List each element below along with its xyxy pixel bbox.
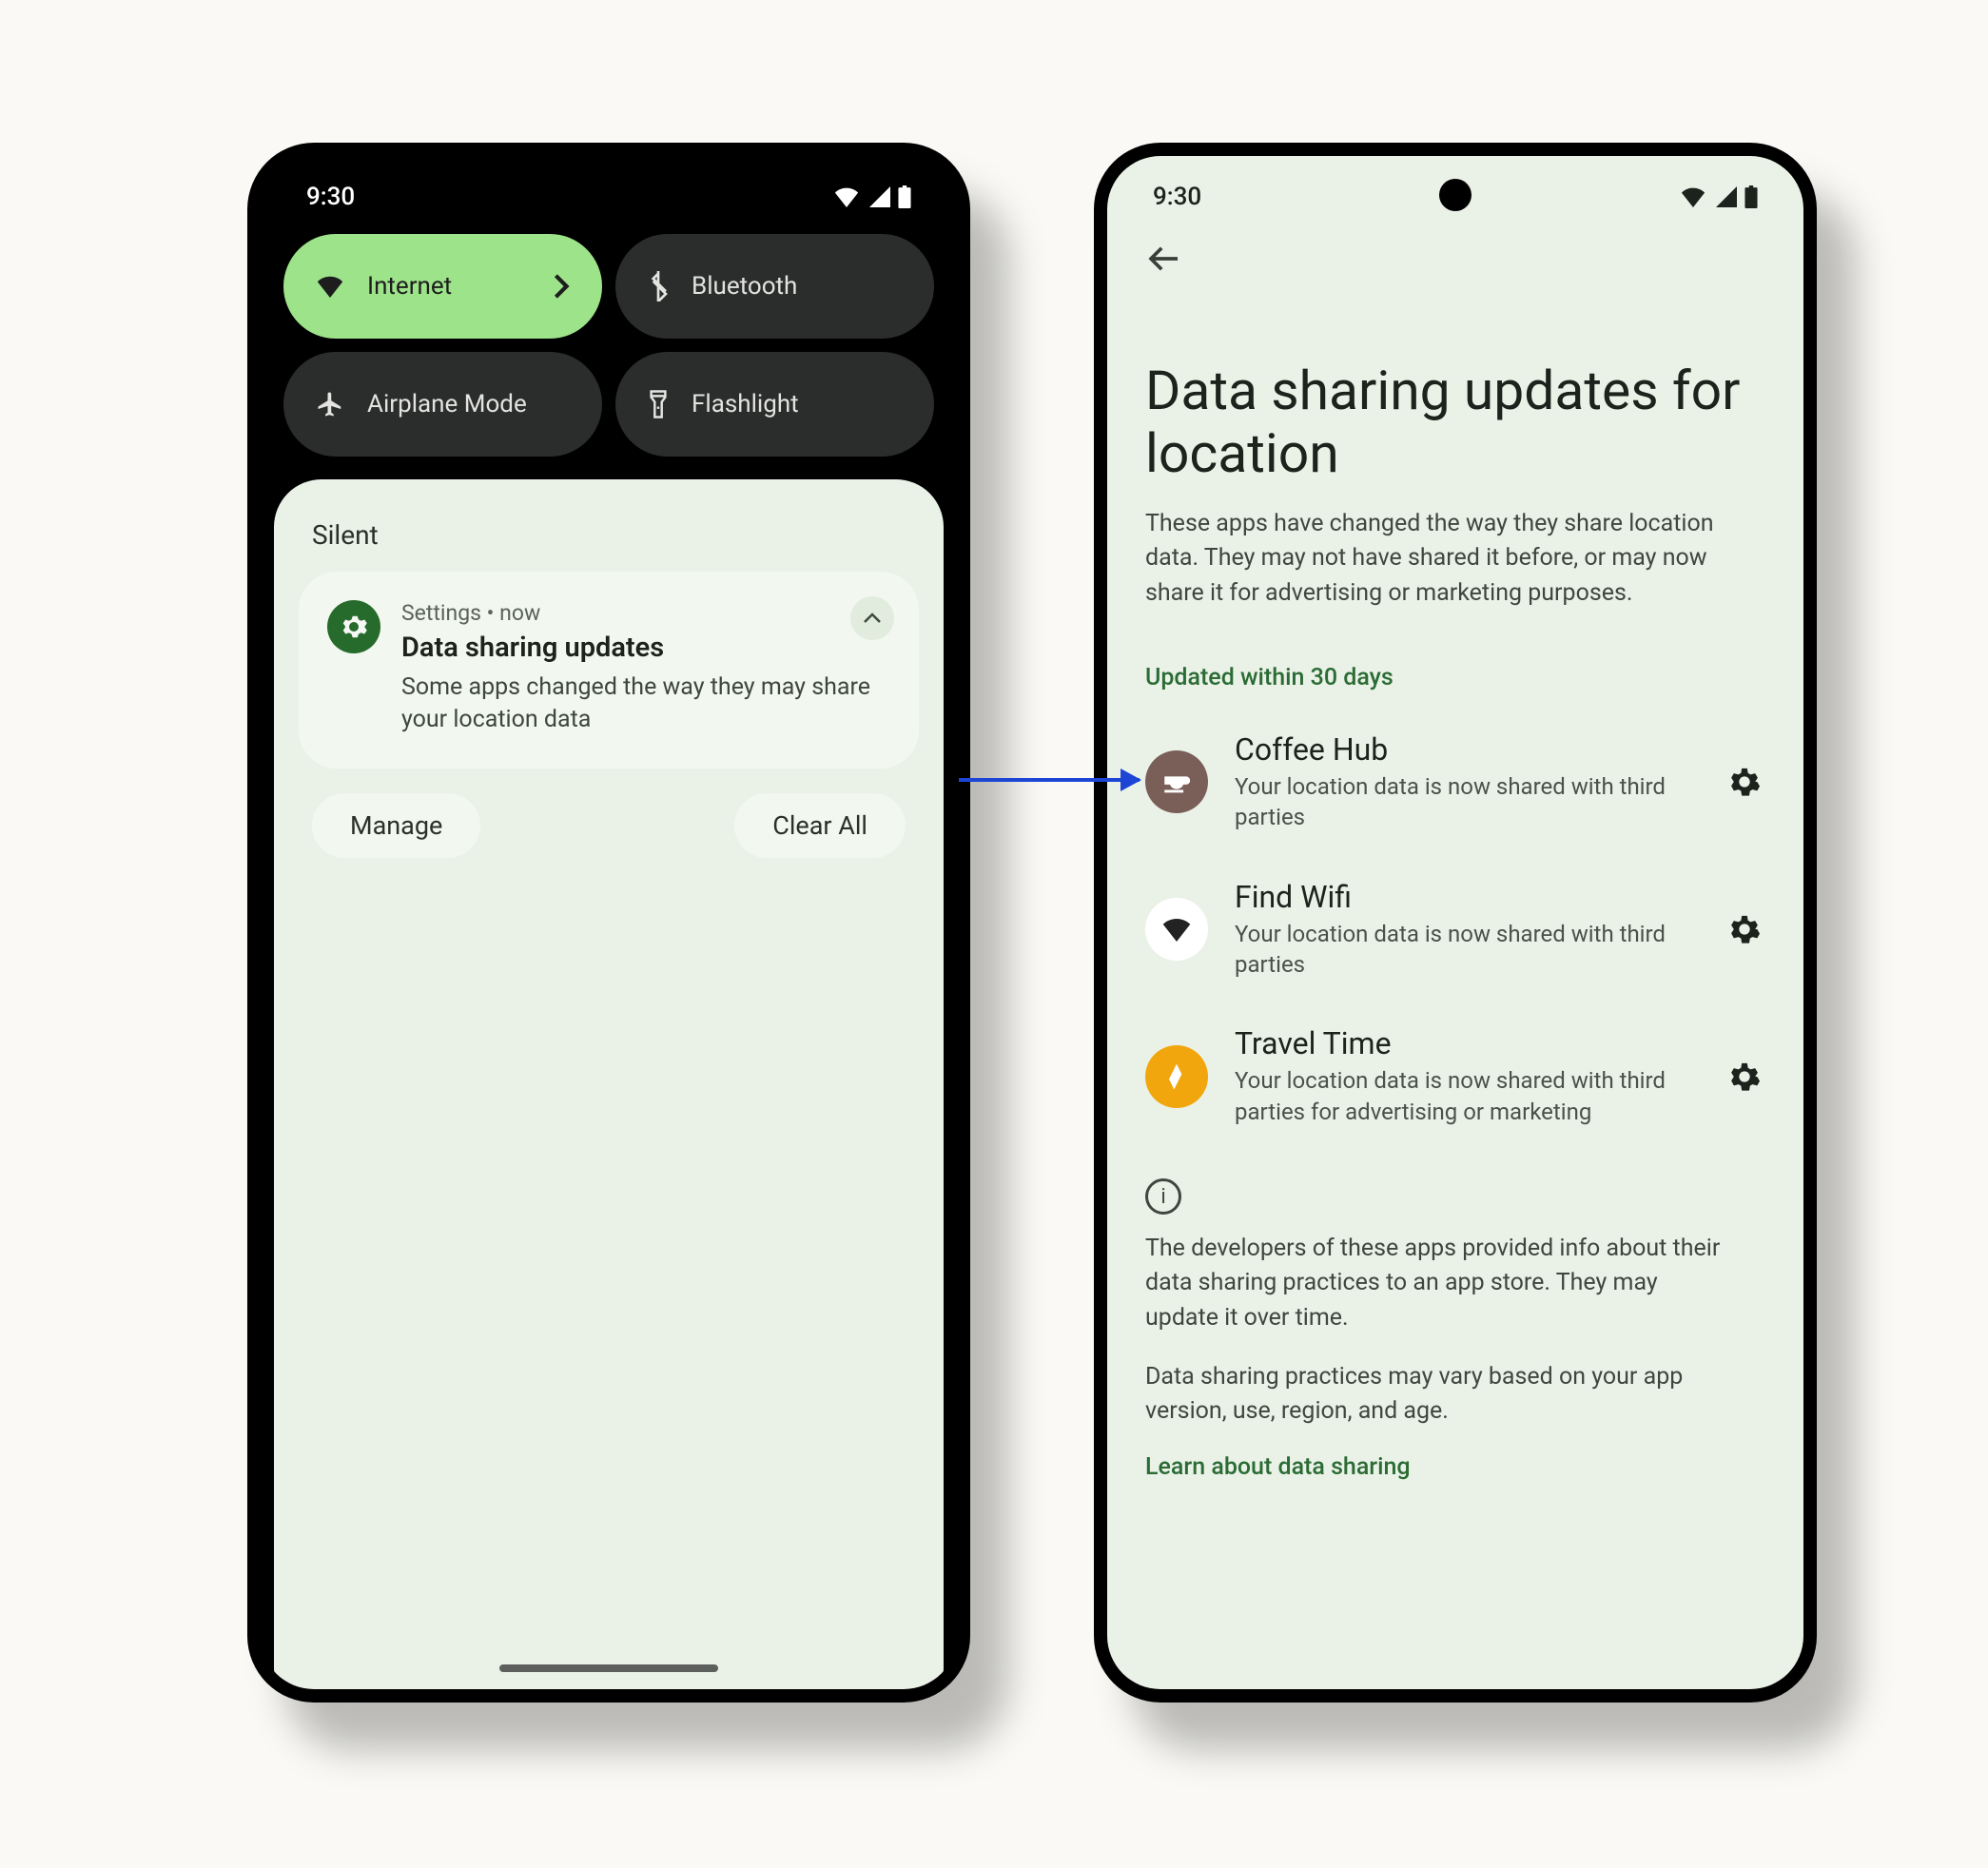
gear-icon — [1728, 766, 1761, 798]
app-icon — [1145, 898, 1208, 961]
bluetooth-icon — [648, 271, 669, 302]
gear-icon — [1728, 1060, 1761, 1093]
notification-section-silent: Silent — [299, 512, 919, 572]
back-button[interactable] — [1140, 234, 1189, 283]
wifi-icon — [833, 186, 860, 207]
learn-more-link[interactable]: Learn about data sharing — [1145, 1453, 1765, 1481]
flow-arrow — [959, 778, 1140, 782]
flashlight-icon — [648, 389, 669, 419]
app-name: Travel Time — [1235, 1025, 1697, 1061]
airplane-icon — [316, 390, 344, 418]
app-settings-button[interactable] — [1724, 761, 1765, 803]
app-name: Find Wifi — [1235, 879, 1697, 915]
notification-card[interactable]: Settings • now Data sharing updates Some… — [299, 572, 919, 769]
qs-tile-label: Internet — [367, 272, 452, 301]
notification-panel: Silent Settings • now Data sharing updat… — [274, 479, 944, 1689]
app-description: Your location data is now shared with th… — [1235, 771, 1697, 833]
gear-icon — [340, 613, 368, 641]
chevron-up-icon — [863, 613, 882, 624]
chevron-right-icon — [553, 273, 570, 300]
clock: 9:30 — [306, 183, 355, 211]
app-row[interactable]: Travel Time Your location data is now sha… — [1107, 1002, 1803, 1150]
manage-button[interactable]: Manage — [312, 793, 480, 858]
quick-settings-tiles: Internet Bluetooth Airplane Mode Flashli… — [261, 224, 957, 479]
qs-tile-bluetooth[interactable]: Bluetooth — [615, 234, 934, 339]
qs-tile-label: Bluetooth — [692, 272, 797, 301]
app-icon — [1145, 1045, 1208, 1108]
arrow-left-icon — [1148, 245, 1180, 272]
page-title: Data sharing updates for location — [1107, 283, 1803, 503]
battery-icon — [898, 185, 911, 208]
phone-settings-page: 9:30 Data sharing updates for location T… — [1094, 143, 1817, 1703]
status-icons — [1680, 185, 1758, 208]
app-row[interactable]: Find Wifi Your location data is now share… — [1107, 856, 1803, 1003]
wifi-icon — [316, 275, 344, 298]
app-settings-button[interactable] — [1724, 1056, 1765, 1098]
wifi-icon — [1680, 186, 1706, 207]
info-block: i The developers of these apps provided … — [1107, 1150, 1803, 1481]
status-bar: 9:30 — [261, 156, 957, 224]
home-indicator[interactable] — [499, 1664, 718, 1672]
page-subtitle: These apps have changed the way they sha… — [1107, 503, 1803, 611]
settings-app-icon — [327, 600, 380, 653]
app-settings-button[interactable] — [1724, 908, 1765, 950]
qs-tile-label: Flashlight — [692, 390, 799, 418]
qs-tile-internet[interactable]: Internet — [283, 234, 602, 339]
cell-signal-icon — [867, 186, 890, 207]
battery-icon — [1744, 185, 1758, 208]
notification-body: Some apps changed the way they may share… — [401, 671, 890, 736]
phone-notification-shade: 9:30 Internet Bluetooth — [247, 143, 970, 1703]
gear-icon — [1728, 913, 1761, 945]
app-name: Coffee Hub — [1235, 731, 1697, 768]
qs-tile-label: Airplane Mode — [367, 390, 527, 418]
notification-title: Data sharing updates — [401, 632, 890, 664]
cell-signal-icon — [1714, 186, 1737, 207]
section-updated-label: Updated within 30 days — [1107, 611, 1803, 709]
app-description: Your location data is now shared with th… — [1235, 919, 1697, 981]
qs-tile-flashlight[interactable]: Flashlight — [615, 352, 934, 457]
qs-tile-airplane[interactable]: Airplane Mode — [283, 352, 602, 457]
clock: 9:30 — [1153, 183, 1201, 211]
camera-hole — [1439, 179, 1472, 211]
collapse-button[interactable] — [850, 596, 894, 640]
clear-all-button[interactable]: Clear All — [734, 793, 906, 858]
info-paragraph: Data sharing practices may vary based on… — [1145, 1360, 1735, 1430]
app-description: Your location data is now shared with th… — [1235, 1065, 1697, 1127]
notification-app-line: Settings • now — [401, 600, 890, 626]
app-icon — [1145, 750, 1208, 813]
app-row[interactable]: Coffee HubYour location data is now shar… — [1107, 709, 1803, 856]
info-paragraph: The developers of these apps provided in… — [1145, 1232, 1735, 1335]
status-icons — [833, 185, 911, 208]
info-icon: i — [1145, 1178, 1181, 1215]
